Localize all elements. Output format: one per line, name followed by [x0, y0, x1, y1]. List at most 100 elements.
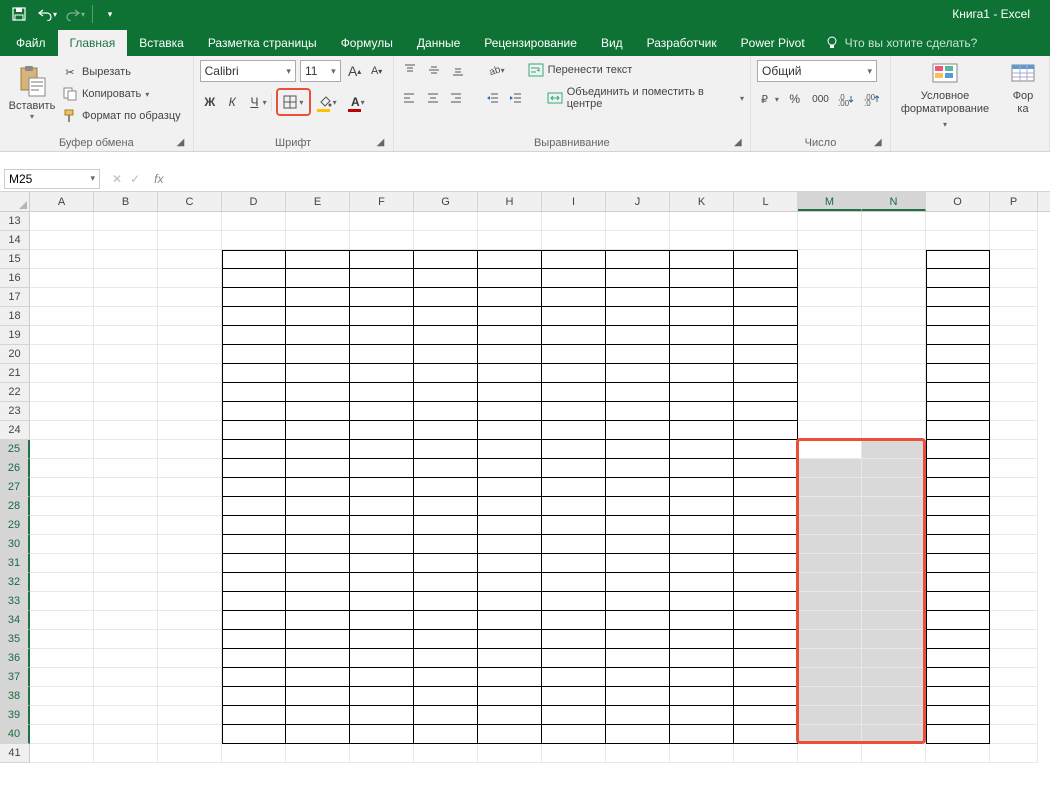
cell[interactable]: [94, 421, 158, 440]
cell[interactable]: [862, 592, 926, 611]
cell[interactable]: [606, 231, 670, 250]
cell[interactable]: [222, 345, 286, 364]
cell[interactable]: [30, 516, 94, 535]
cell[interactable]: [94, 573, 158, 592]
dialog-launcher-number[interactable]: ◢: [874, 137, 886, 149]
cell[interactable]: [158, 212, 222, 231]
cell[interactable]: [734, 307, 798, 326]
cell[interactable]: [862, 269, 926, 288]
cell[interactable]: [158, 554, 222, 573]
cell[interactable]: [350, 592, 414, 611]
cell[interactable]: [862, 573, 926, 592]
cell[interactable]: [414, 573, 478, 592]
cell[interactable]: [94, 307, 158, 326]
cell[interactable]: [414, 421, 478, 440]
align-right-icon[interactable]: [446, 88, 465, 108]
cell[interactable]: [158, 630, 222, 649]
cell[interactable]: [798, 516, 862, 535]
merge-center-button[interactable]: Объединить и поместить в центре ▾: [547, 86, 744, 110]
cell[interactable]: [286, 231, 350, 250]
cell[interactable]: [926, 687, 990, 706]
tab-view[interactable]: Вид: [589, 30, 635, 56]
cell[interactable]: [862, 611, 926, 630]
row-header-37[interactable]: 37: [0, 668, 30, 687]
cell[interactable]: [670, 630, 734, 649]
cell[interactable]: [414, 725, 478, 744]
cell[interactable]: [990, 421, 1038, 440]
cell[interactable]: [606, 364, 670, 383]
cell[interactable]: [542, 231, 606, 250]
cell[interactable]: [478, 307, 542, 326]
cell[interactable]: [734, 497, 798, 516]
cell[interactable]: [350, 706, 414, 725]
cell[interactable]: [94, 611, 158, 630]
column-header-E[interactable]: E: [286, 192, 350, 211]
cell[interactable]: [350, 231, 414, 250]
cell[interactable]: [478, 592, 542, 611]
name-box[interactable]: M25 ▾: [4, 169, 100, 189]
cell[interactable]: [158, 421, 222, 440]
cell[interactable]: [222, 725, 286, 744]
select-all-button[interactable]: [0, 192, 30, 211]
cell[interactable]: [926, 725, 990, 744]
cell[interactable]: [670, 554, 734, 573]
cell[interactable]: [30, 288, 94, 307]
cell[interactable]: [414, 402, 478, 421]
column-header-K[interactable]: K: [670, 192, 734, 211]
cell[interactable]: [286, 402, 350, 421]
cell[interactable]: [862, 212, 926, 231]
cell[interactable]: [542, 649, 606, 668]
cell[interactable]: [926, 459, 990, 478]
cell[interactable]: [414, 687, 478, 706]
cell[interactable]: [286, 725, 350, 744]
cell[interactable]: [350, 725, 414, 744]
cell[interactable]: [478, 383, 542, 402]
cancel-icon[interactable]: ✕: [112, 172, 122, 186]
cell[interactable]: [926, 535, 990, 554]
cell[interactable]: [862, 307, 926, 326]
cell[interactable]: [862, 725, 926, 744]
cell[interactable]: [350, 744, 414, 763]
cell[interactable]: [990, 744, 1038, 763]
cell[interactable]: [222, 744, 286, 763]
cell[interactable]: [798, 212, 862, 231]
cell[interactable]: [30, 212, 94, 231]
cell[interactable]: [286, 212, 350, 231]
cell[interactable]: [222, 668, 286, 687]
cell[interactable]: [798, 744, 862, 763]
cell[interactable]: [222, 706, 286, 725]
row-header-26[interactable]: 26: [0, 459, 30, 478]
cell[interactable]: [478, 497, 542, 516]
cell[interactable]: [94, 497, 158, 516]
cell[interactable]: [542, 535, 606, 554]
cell[interactable]: [926, 269, 990, 288]
cell[interactable]: [542, 288, 606, 307]
cell[interactable]: [734, 630, 798, 649]
cell[interactable]: [286, 383, 350, 402]
cell[interactable]: [222, 383, 286, 402]
cell[interactable]: [862, 383, 926, 402]
column-header-N[interactable]: N: [862, 192, 926, 211]
cell[interactable]: [734, 459, 798, 478]
cell[interactable]: [222, 687, 286, 706]
cell[interactable]: [94, 649, 158, 668]
cell[interactable]: [350, 345, 414, 364]
cell[interactable]: [286, 611, 350, 630]
tab-data[interactable]: Данные: [405, 30, 472, 56]
cell[interactable]: [862, 288, 926, 307]
cell[interactable]: [542, 554, 606, 573]
cell[interactable]: [222, 478, 286, 497]
cell[interactable]: [30, 269, 94, 288]
cell[interactable]: [926, 516, 990, 535]
cell[interactable]: [734, 478, 798, 497]
cell[interactable]: [30, 630, 94, 649]
comma-icon[interactable]: 000: [809, 88, 833, 110]
cell[interactable]: [414, 611, 478, 630]
cell[interactable]: [350, 611, 414, 630]
cell[interactable]: [926, 554, 990, 573]
cell[interactable]: [158, 668, 222, 687]
cell[interactable]: [798, 402, 862, 421]
cell[interactable]: [862, 478, 926, 497]
increase-font-icon[interactable]: A▴: [345, 60, 365, 82]
cell[interactable]: [286, 269, 350, 288]
